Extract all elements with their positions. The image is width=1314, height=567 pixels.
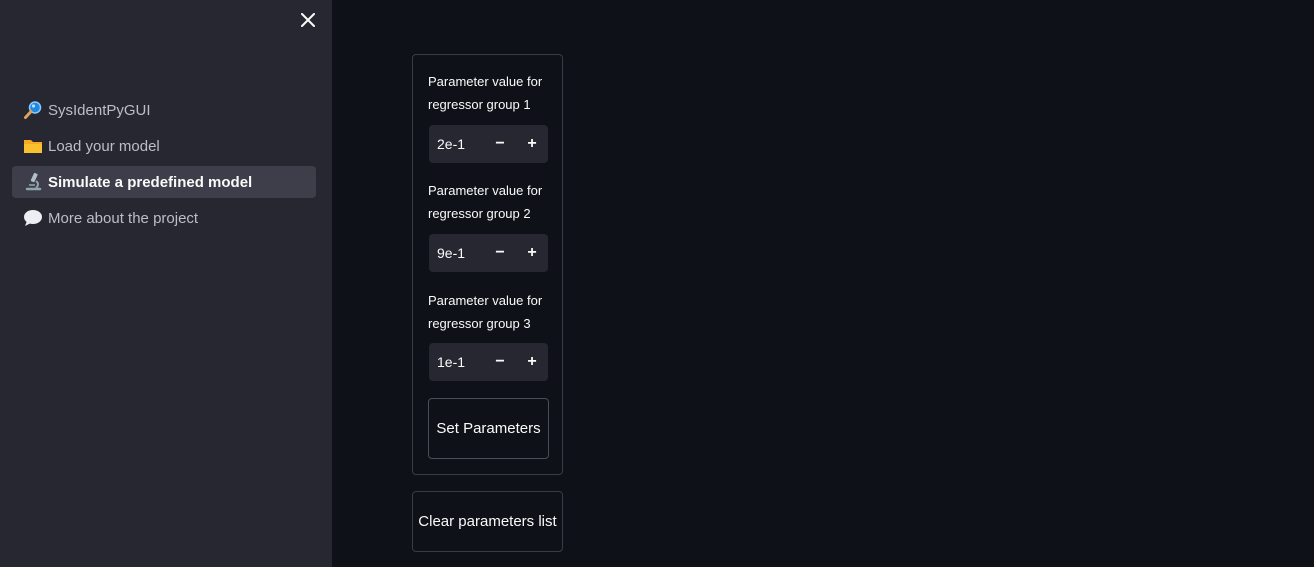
param-input-group-1[interactable]	[429, 135, 484, 153]
folder-icon	[23, 136, 43, 156]
parameter-form: Parameter value for regressor group 1 − …	[412, 54, 563, 475]
decrement-button[interactable]: −	[484, 343, 516, 381]
sidebar-item-sysidentpygui[interactable]: SysIdentPyGUI	[12, 94, 316, 126]
increment-button[interactable]: +	[516, 125, 548, 163]
param-stepper-group-1: − +	[429, 125, 548, 163]
decrement-button[interactable]: −	[484, 234, 516, 272]
speech-bubble-icon	[23, 208, 43, 228]
param-label-group-1: Parameter value for regressor group 1	[428, 74, 543, 112]
close-sidebar-button[interactable]	[296, 8, 320, 32]
param-stepper-group-3: − +	[429, 343, 548, 381]
clear-parameters-button[interactable]: Clear parameters list	[412, 491, 563, 552]
app-root: SysIdentPyGUI Load your model Simulate a…	[0, 0, 1314, 567]
sidebar-item-label: More about the project	[48, 209, 199, 227]
microscope-icon	[23, 172, 43, 192]
sidebar-nav: SysIdentPyGUI Load your model Simulate a…	[12, 94, 316, 238]
sidebar-item-label: SysIdentPyGUI	[48, 101, 151, 119]
sidebar-item-load-model[interactable]: Load your model	[12, 130, 316, 162]
sidebar-item-more-about[interactable]: More about the project	[12, 202, 316, 234]
sidebar-item-label: Load your model	[48, 137, 160, 155]
sidebar-item-simulate-model[interactable]: Simulate a predefined model	[12, 166, 316, 198]
magnifier-icon	[23, 100, 43, 120]
sidebar: SysIdentPyGUI Load your model Simulate a…	[0, 0, 332, 567]
increment-button[interactable]: +	[516, 343, 548, 381]
sidebar-item-label: Simulate a predefined model	[48, 173, 253, 191]
set-parameters-button[interactable]: Set Parameters	[428, 398, 549, 459]
decrement-button[interactable]: −	[484, 125, 516, 163]
param-label-group-2: Parameter value for regressor group 2	[428, 183, 543, 221]
param-stepper-group-2: − +	[429, 234, 548, 272]
close-icon	[301, 13, 315, 27]
param-input-group-3[interactable]	[429, 353, 484, 371]
increment-button[interactable]: +	[516, 234, 548, 272]
param-label-group-3: Parameter value for regressor group 3	[428, 293, 543, 331]
param-input-group-2[interactable]	[429, 244, 484, 262]
